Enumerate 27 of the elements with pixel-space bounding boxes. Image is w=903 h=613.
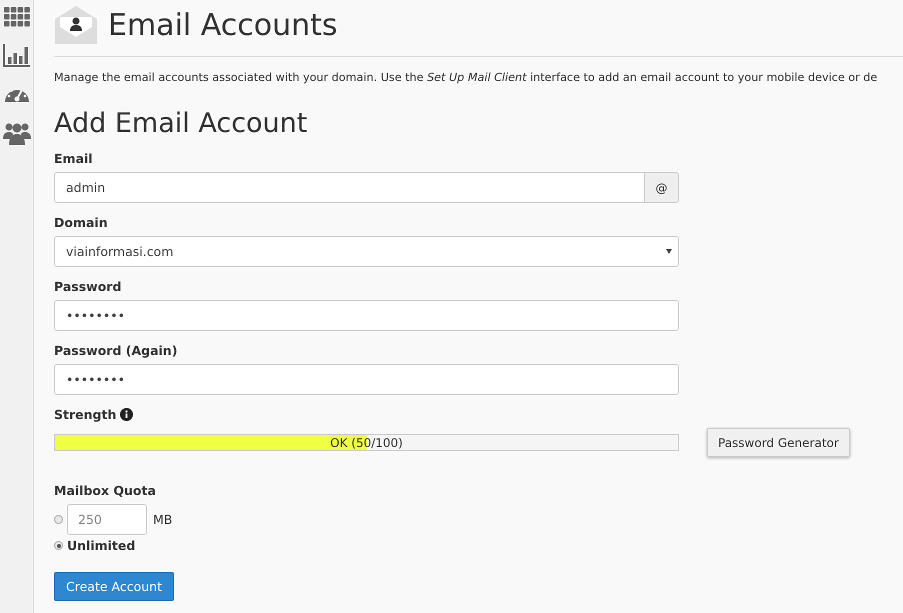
- field-label: Password (Again): [54, 343, 178, 358]
- users-icon[interactable]: [2, 121, 30, 145]
- email-input-field[interactable]: admin: [54, 172, 645, 203]
- unlimited-label: Unlimited: [67, 538, 136, 553]
- field-label: Strength: [54, 407, 116, 422]
- radio-button[interactable]: [54, 515, 63, 524]
- domain-dropdown[interactable]: viainformasi.com: [54, 236, 679, 267]
- create-account-button[interactable]: Create Account: [54, 572, 174, 601]
- apps-grid-icon[interactable]: [4, 7, 30, 27]
- envelope-user-icon: [54, 5, 98, 45]
- form-title: Add Email Account: [54, 108, 308, 139]
- quota-input-field[interactable]: 250: [67, 504, 147, 535]
- at-sign-addon: @: [645, 172, 679, 203]
- field-label: Password: [54, 279, 122, 294]
- info-icon[interactable]: [120, 408, 134, 421]
- password-input-field[interactable]: ••••••••: [54, 300, 679, 331]
- page-title: Email Accounts: [108, 8, 338, 42]
- unit-label: MB: [153, 512, 172, 527]
- password-again-input-field[interactable]: ••••••••: [54, 364, 679, 395]
- bar-chart-icon[interactable]: [2, 43, 30, 67]
- page-description: Manage the email accounts associated with your domain. Use the Set Up Mail Client interface to add an email account to your mobile device or de: [54, 71, 878, 84]
- caret-icon: [666, 249, 672, 254]
- radio-button[interactable]: [54, 541, 63, 550]
- field-label: Mailbox Quota: [54, 483, 157, 498]
- password-generator-button[interactable]: Password Generator: [707, 428, 850, 457]
- field-label: Email: [54, 151, 94, 166]
- field-label: Domain: [54, 215, 109, 230]
